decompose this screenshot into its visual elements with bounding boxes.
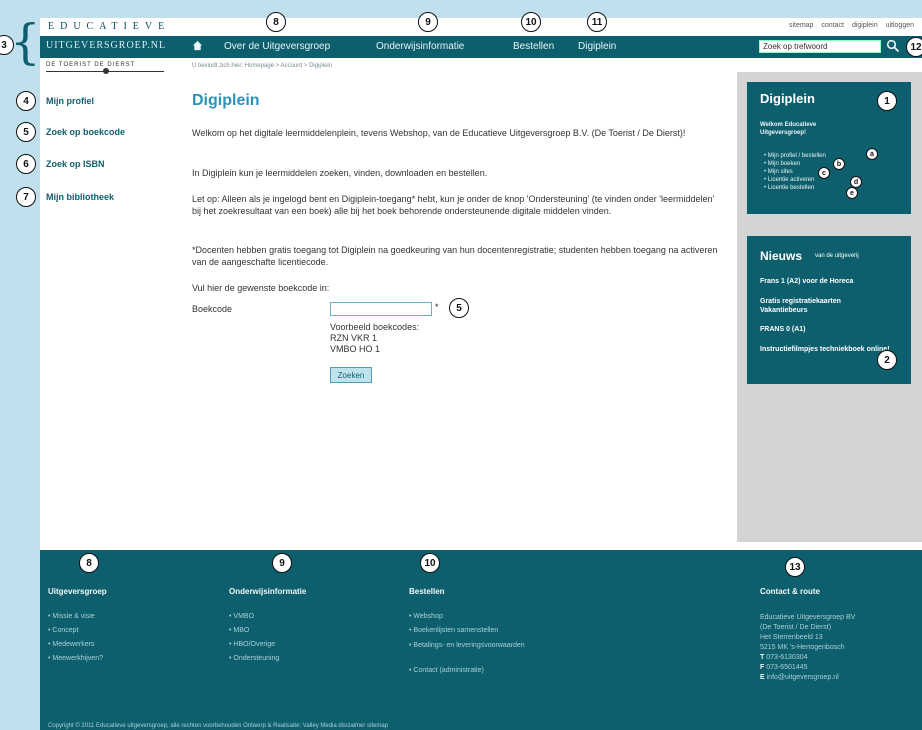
callout-5-main: 5 <box>449 298 469 318</box>
digiplein-link-boeken[interactable]: • Mijn boeken <box>764 161 800 167</box>
news-item-3[interactable]: FRANS 0 (A1) <box>760 325 890 334</box>
news-box-subtitle: van de uitgeverij <box>815 253 859 259</box>
footer-link[interactable]: • Missie & visie <box>48 613 95 620</box>
sub-brands-dot <box>103 68 109 74</box>
digiplein-link-licentie-activeren[interactable]: • Licentie activeren <box>764 177 814 183</box>
footer-link[interactable]: • MBO <box>229 627 249 634</box>
logo-bottom-text[interactable]: UITGEVERSGROEP.NL <box>46 40 166 51</box>
footer-link[interactable]: • Concept <box>48 627 78 634</box>
footer-link[interactable]: • Betalings- en leveringsvoorwaarden <box>409 641 559 651</box>
callout-b: b <box>833 158 845 170</box>
breadcrumb: U bevindt zich hier: Homepage > Account … <box>192 63 333 69</box>
callout-8: 8 <box>266 12 286 32</box>
sub-brands[interactable]: DE TOERIST DE DIERST <box>46 62 135 68</box>
boekcode-examples: Voorbeeld boekcodes: RZN VKR 1 VMBO HO 1 <box>330 322 419 355</box>
footer-link[interactable]: • Ondersteuning <box>229 655 279 662</box>
footer-link[interactable]: • Boekenlijsten samenstellen <box>409 627 498 634</box>
boekcode-input[interactable] <box>330 302 432 316</box>
footer-link[interactable]: • Webshop <box>409 613 443 620</box>
example-code-2: VMBO HO 1 <box>330 344 381 354</box>
callout-10: 10 <box>521 12 541 32</box>
callout-12: 12 <box>906 37 922 57</box>
instruction-paragraph: Vul hier de gewenste boekcode in: <box>192 283 330 293</box>
digiplein-welcome: Welkom Educatieve Uitgeversgroep! <box>760 122 817 136</box>
callout-11: 11 <box>587 12 607 32</box>
footer-link[interactable]: • Medewerkers <box>48 641 94 648</box>
footer-col2-title[interactable]: Onderwijsinformatie <box>229 587 306 596</box>
utility-links: sitemap contact digiplein uitloggen <box>783 22 914 29</box>
footer-link[interactable]: • Contact (administratie) <box>409 667 484 674</box>
home-icon[interactable] <box>192 40 203 51</box>
callout-6: 6 <box>16 154 36 174</box>
footer-copyright: Copyright © 2011 Educatieve uitgeversgro… <box>48 723 389 729</box>
callout-4: 4 <box>16 91 36 111</box>
nav-bestellen[interactable]: Bestellen <box>513 41 554 52</box>
news-box-title: Nieuws <box>760 249 803 263</box>
util-link-sitemap[interactable]: sitemap <box>789 22 814 29</box>
footer-email-link[interactable]: E info@uitgeversgroep.nl <box>760 673 855 683</box>
callout-13: 13 <box>785 557 805 577</box>
util-link-digiplein[interactable]: digiplein <box>852 22 878 29</box>
logo-top-text[interactable]: EDUCATIEVE <box>48 21 170 32</box>
news-item-1[interactable]: Frans 1 (A2) voor de Horeca <box>760 277 890 286</box>
callout-7: 7 <box>16 187 36 207</box>
callout-1: 1 <box>877 91 897 111</box>
digiplein-link-sites[interactable]: • Mijn sites <box>764 169 793 175</box>
nav-over-de-uitgeversgroep[interactable]: Over de Uitgeversgroep <box>224 41 330 52</box>
footer-link[interactable]: • HBO/Overige <box>229 641 275 648</box>
callout-c: c <box>818 167 830 179</box>
digiplein-box-title: Digiplein <box>760 91 815 106</box>
intro-paragraph: Welkom op het digitale leermiddelenplein… <box>192 128 686 138</box>
nav-onderwijsinformatie[interactable]: Onderwijsinformatie <box>376 41 464 52</box>
digiplein-link-profiel[interactable]: • Mijn profiel / bestellen <box>764 153 826 159</box>
news-item-2[interactable]: Gratis registratiekaarten Vakantiebeurs <box>760 297 890 315</box>
examples-title: Voorbeeld boekcodes: <box>330 322 420 332</box>
footer-link[interactable]: • VMBO <box>229 613 254 620</box>
callout-2: 2 <box>877 350 897 370</box>
callout-9: 9 <box>418 12 438 32</box>
notice-paragraph: Let op: Alleen als je ingelogd bent en D… <box>192 194 715 216</box>
search-icon[interactable] <box>886 39 900 53</box>
search-input[interactable]: Zoek op trefwoord <box>759 40 881 53</box>
digiplein-link-licentie-bestellen[interactable]: • Licentie bestellen <box>764 185 814 191</box>
left-menu-mijn-bibliotheek[interactable]: Mijn bibliotheek <box>46 192 114 202</box>
callout-e: e <box>846 187 858 199</box>
info-paragraph: In Digiplein kun je leermiddelen zoeken,… <box>192 168 488 178</box>
footer-col3-title[interactable]: Bestellen <box>409 587 445 596</box>
brace-icon: { <box>10 14 41 70</box>
footer-contact-title: Contact & route <box>760 587 820 596</box>
left-menu-zoek-op-boekcode[interactable]: Zoek op boekcode <box>46 127 125 137</box>
example-code-1: RZN VKR 1 <box>330 333 378 343</box>
left-menu-mijn-profiel[interactable]: Mijn profiel <box>46 96 94 106</box>
callout-5: 5 <box>16 122 36 142</box>
access-paragraph: *Docenten hebben gratis toegang tot Digi… <box>192 245 718 267</box>
boekcode-label: Boekcode <box>192 304 233 314</box>
callout-a: a <box>866 148 878 160</box>
news-item-4[interactable]: Instructiefilmpjes techniekboek online! <box>760 345 890 354</box>
footer-contact-details: Educatieve Uitgeversgroep BV (De Toerist… <box>760 614 856 683</box>
footer-col1-title[interactable]: Uitgeversgroep <box>48 587 107 596</box>
footer-link[interactable]: • Meewerkhijven? <box>48 655 103 662</box>
util-link-contact[interactable]: contact <box>821 22 844 29</box>
required-mark: * <box>435 302 439 312</box>
page-title: Digiplein <box>192 92 260 109</box>
callout-9-footer: 9 <box>272 553 292 573</box>
util-link-uitloggen[interactable]: uitloggen <box>886 22 914 29</box>
left-menu-zoek-op-isbn[interactable]: Zoek op ISBN <box>46 159 105 169</box>
nav-digiplein[interactable]: Digiplein <box>578 41 616 52</box>
callout-8-footer: 8 <box>79 553 99 573</box>
zoeken-button[interactable]: Zoeken <box>330 367 372 383</box>
callout-10-footer: 10 <box>420 553 440 573</box>
